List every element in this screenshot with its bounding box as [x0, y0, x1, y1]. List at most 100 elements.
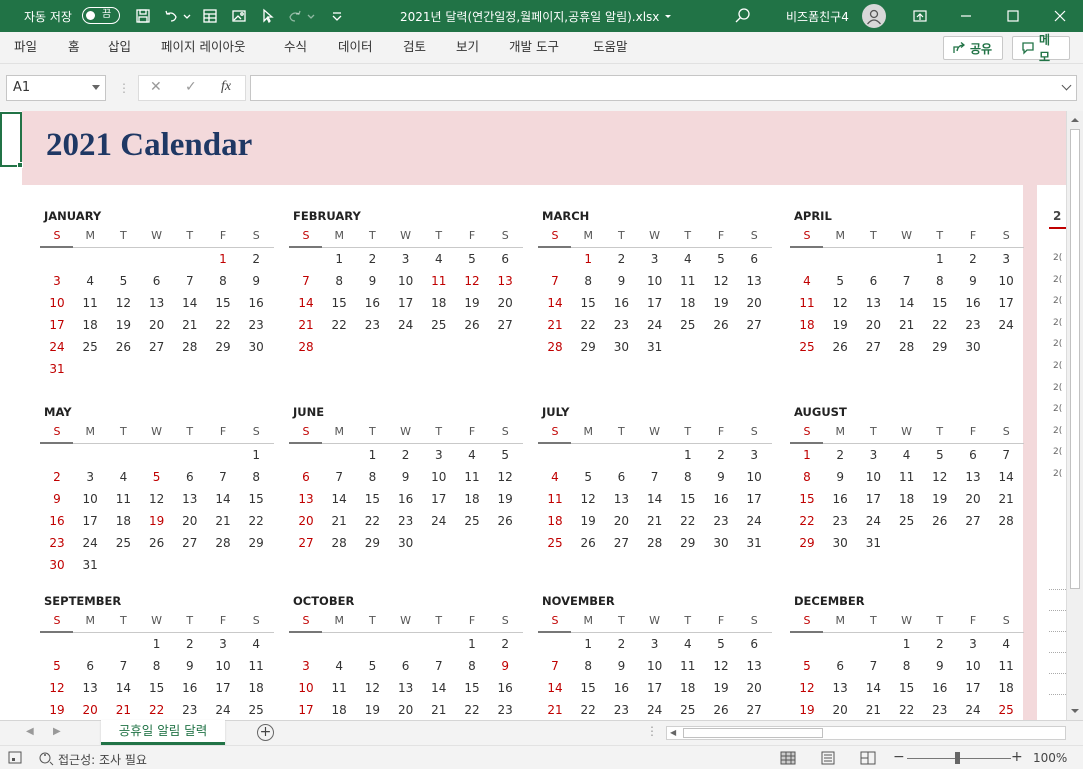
day-cell[interactable]: 2: [40, 470, 74, 484]
drag-handle-icon[interactable]: ⋮: [118, 81, 130, 95]
tab-developer[interactable]: 개발 도구: [509, 32, 559, 64]
day-cell[interactable]: 8: [322, 274, 356, 288]
day-cell[interactable]: 4: [890, 448, 924, 462]
day-cell[interactable]: 19: [704, 296, 738, 310]
day-cell[interactable]: 17: [289, 703, 323, 717]
day-cell[interactable]: 27: [140, 340, 174, 354]
day-cell[interactable]: 8: [671, 470, 705, 484]
day-cell[interactable]: 24: [956, 703, 990, 717]
day-cell[interactable]: 10: [289, 681, 323, 695]
day-cell[interactable]: 13: [140, 296, 174, 310]
day-cell[interactable]: 13: [289, 492, 323, 506]
day-cell[interactable]: 19: [106, 318, 140, 332]
day-cell[interactable]: 8: [890, 659, 924, 673]
day-cell[interactable]: 29: [206, 340, 240, 354]
day-cell[interactable]: 28: [538, 340, 572, 354]
day-cell[interactable]: 18: [322, 703, 356, 717]
day-cell[interactable]: 1: [140, 637, 174, 651]
day-cell[interactable]: 3: [856, 448, 890, 462]
day-cell[interactable]: 3: [737, 448, 771, 462]
day-cell[interactable]: 17: [638, 681, 672, 695]
day-cell[interactable]: 18: [73, 318, 107, 332]
day-cell[interactable]: 11: [322, 681, 356, 695]
day-cell[interactable]: 7: [322, 470, 356, 484]
day-cell[interactable]: 5: [488, 448, 522, 462]
day-cell[interactable]: 29: [671, 536, 705, 550]
day-cell[interactable]: 15: [355, 492, 389, 506]
day-cell[interactable]: 7: [289, 274, 323, 288]
fill-handle[interactable]: [17, 162, 23, 168]
day-cell[interactable]: 6: [289, 470, 323, 484]
day-cell[interactable]: 9: [488, 659, 522, 673]
day-cell[interactable]: 21: [989, 492, 1023, 506]
day-cell[interactable]: 24: [40, 340, 74, 354]
day-cell[interactable]: 4: [790, 274, 824, 288]
day-cell[interactable]: 6: [604, 470, 638, 484]
day-cell[interactable]: 31: [638, 340, 672, 354]
accessibility-status[interactable]: 접근성: 조사 필요: [58, 751, 147, 768]
user-name[interactable]: 비즈폼친구4: [786, 0, 849, 32]
day-cell[interactable]: 21: [538, 318, 572, 332]
day-cell[interactable]: 12: [704, 274, 738, 288]
pointer-icon[interactable]: [256, 0, 278, 32]
day-cell[interactable]: 17: [389, 296, 423, 310]
day-cell[interactable]: 10: [40, 296, 74, 310]
day-cell[interactable]: 30: [389, 536, 423, 550]
day-cell[interactable]: 4: [538, 470, 572, 484]
day-cell[interactable]: 8: [455, 659, 489, 673]
day-cell[interactable]: 6: [173, 470, 207, 484]
day-cell[interactable]: 27: [289, 536, 323, 550]
day-cell[interactable]: 4: [671, 637, 705, 651]
horizontal-scrollbar[interactable]: ◀: [666, 726, 1066, 740]
day-cell[interactable]: 21: [289, 318, 323, 332]
day-cell[interactable]: 23: [40, 536, 74, 550]
day-cell[interactable]: 1: [455, 637, 489, 651]
day-cell[interactable]: 17: [73, 514, 107, 528]
avatar[interactable]: [862, 4, 886, 28]
day-cell[interactable]: 16: [488, 681, 522, 695]
day-cell[interactable]: 19: [704, 681, 738, 695]
day-cell[interactable]: 19: [823, 318, 857, 332]
day-cell[interactable]: 14: [289, 296, 323, 310]
day-cell[interactable]: 3: [289, 659, 323, 673]
day-cell[interactable]: 14: [106, 681, 140, 695]
day-cell[interactable]: 28: [890, 340, 924, 354]
day-cell[interactable]: 18: [989, 681, 1023, 695]
day-cell[interactable]: 14: [638, 492, 672, 506]
day-cell[interactable]: 19: [571, 514, 605, 528]
day-cell[interactable]: 21: [638, 514, 672, 528]
day-cell[interactable]: 6: [140, 274, 174, 288]
day-cell[interactable]: 5: [355, 659, 389, 673]
day-cell[interactable]: 21: [422, 703, 456, 717]
day-cell[interactable]: 27: [488, 318, 522, 332]
day-cell[interactable]: 28: [173, 340, 207, 354]
day-cell[interactable]: 16: [823, 492, 857, 506]
day-cell[interactable]: 4: [422, 252, 456, 266]
day-cell[interactable]: 5: [704, 252, 738, 266]
day-cell[interactable]: 31: [856, 536, 890, 550]
day-cell[interactable]: 25: [890, 514, 924, 528]
day-cell[interactable]: 9: [173, 659, 207, 673]
prev-sheet-icon[interactable]: ◀: [26, 726, 34, 737]
tab-insert[interactable]: 삽입: [108, 32, 131, 64]
undo-dropdown-icon[interactable]: [182, 0, 192, 32]
day-cell[interactable]: 5: [455, 252, 489, 266]
day-cell[interactable]: 21: [890, 318, 924, 332]
day-cell[interactable]: 2: [704, 448, 738, 462]
day-cell[interactable]: 18: [671, 681, 705, 695]
tab-home[interactable]: 홈: [68, 32, 80, 64]
day-cell[interactable]: 21: [206, 514, 240, 528]
day-cell[interactable]: 21: [538, 703, 572, 717]
zoom-slider-thumb[interactable]: [955, 752, 960, 764]
day-cell[interactable]: 16: [604, 296, 638, 310]
day-cell[interactable]: 25: [73, 340, 107, 354]
expand-formula-icon[interactable]: [1061, 80, 1072, 91]
day-cell[interactable]: 8: [571, 274, 605, 288]
day-cell[interactable]: 19: [140, 514, 174, 528]
day-cell[interactable]: 23: [704, 514, 738, 528]
day-cell[interactable]: 15: [206, 296, 240, 310]
selected-cell[interactable]: [0, 112, 22, 167]
day-cell[interactable]: 22: [140, 703, 174, 717]
day-cell[interactable]: 23: [239, 318, 273, 332]
day-cell[interactable]: 10: [73, 492, 107, 506]
